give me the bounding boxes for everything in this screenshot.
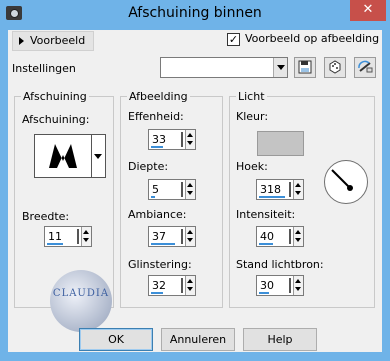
smoothness-spinner[interactable]: 33 [148, 129, 196, 150]
spin-buttons[interactable] [185, 130, 195, 149]
spin-buttons[interactable] [81, 227, 91, 246]
up-arrow-icon [295, 279, 301, 283]
value-bar [259, 292, 269, 294]
intensity-value: 40 [260, 230, 274, 243]
ambience-spinner[interactable]: 37 [148, 226, 196, 247]
ambience-label: Ambiance: [128, 208, 187, 221]
settings-preset-dropdown[interactable] [160, 57, 288, 78]
elevation-spinner[interactable]: 30 [256, 275, 304, 296]
spin-buttons[interactable] [293, 180, 303, 199]
down-arrow-icon [295, 191, 301, 195]
claudia-watermark-logo: CLAUDIA [50, 270, 112, 332]
down-arrow-icon [187, 141, 193, 145]
spin-buttons[interactable] [185, 227, 195, 246]
save-preset-button[interactable] [294, 57, 316, 78]
randomize-icon [329, 60, 341, 74]
slider-handle[interactable] [289, 182, 291, 197]
help-button[interactable]: Help [243, 328, 317, 351]
dialog-body: Voorbeeld ✓ Voorbeeld op afbeelding Inst… [8, 30, 382, 352]
settings-label: Instellingen [12, 62, 76, 75]
slider-handle[interactable] [289, 278, 291, 293]
bevel-width-spinner[interactable]: 11 [44, 226, 92, 247]
light-group-title: Licht [236, 90, 267, 103]
value-bar [259, 243, 273, 245]
bevel-width-value: 11 [48, 230, 62, 243]
preview-toggle[interactable]: Voorbeeld [12, 31, 94, 51]
spin-buttons[interactable] [185, 180, 195, 199]
bevel-width-label: Breedte: [22, 210, 70, 223]
slider-handle[interactable] [181, 278, 183, 293]
depth-spinner[interactable]: 5 [148, 179, 196, 200]
depth-label: Diepte: [128, 160, 169, 173]
value-bar [151, 146, 163, 148]
spin-buttons[interactable] [293, 276, 303, 295]
down-arrow-icon [187, 287, 193, 291]
smoothness-value: 33 [152, 133, 166, 146]
up-arrow-icon [187, 279, 193, 283]
slider-handle[interactable] [289, 229, 291, 244]
bevel-shape-label: Afschuining: [22, 113, 90, 126]
light-angle-dial[interactable] [324, 160, 368, 204]
up-arrow-icon [83, 230, 89, 234]
spin-buttons[interactable] [293, 227, 303, 246]
light-angle-label: Hoek: [236, 160, 268, 173]
elevation-value: 30 [260, 279, 274, 292]
up-arrow-icon [187, 183, 193, 187]
watermark-text: CLAUDIA [52, 288, 110, 299]
shininess-label: Glinstering: [128, 258, 192, 271]
slider-handle[interactable] [77, 229, 79, 244]
window-title: Afschuining binnen [128, 5, 262, 21]
down-arrow-icon [295, 238, 301, 242]
preview-label: Voorbeeld [30, 34, 86, 47]
close-button[interactable]: ✕ [350, 0, 386, 21]
up-arrow-icon [295, 230, 301, 234]
slider-handle[interactable] [181, 229, 183, 244]
down-arrow-icon [187, 238, 193, 242]
image-group-title: Afbeelding [127, 90, 190, 103]
save-icon [298, 60, 312, 74]
bevel-group-title: Afschuining [21, 90, 89, 103]
angle-dial-needle [331, 169, 353, 191]
preview-on-image-label: Voorbeeld op afbeelding [245, 32, 380, 45]
value-bar [47, 243, 63, 245]
light-color-swatch[interactable] [257, 131, 304, 156]
cancel-button[interactable]: Annuleren [161, 328, 235, 351]
smoothness-label: Effenheid: [128, 110, 184, 123]
intensity-spinner[interactable]: 40 [256, 226, 304, 247]
spin-buttons[interactable] [185, 276, 195, 295]
value-bar [151, 243, 175, 245]
expand-triangle-icon [19, 37, 24, 45]
value-bar [259, 196, 285, 198]
down-arrow-icon [295, 287, 301, 291]
up-arrow-icon [187, 230, 193, 234]
reset-icon [358, 60, 373, 73]
down-arrow-icon [83, 238, 89, 242]
depth-value: 5 [152, 183, 159, 196]
title-bar: Afschuining binnen ✕ [0, 0, 390, 30]
ambience-value: 37 [152, 230, 166, 243]
reset-button[interactable] [354, 57, 376, 78]
shininess-spinner[interactable]: 32 [148, 275, 196, 296]
elevation-label: Stand lichtbron: [236, 258, 324, 271]
bevel-shape-preview[interactable] [34, 134, 92, 178]
dialog-window: Afschuining binnen ✕ Voorbeeld ✓ Voorbee… [0, 0, 390, 361]
value-bar [151, 196, 155, 198]
up-arrow-icon [295, 183, 301, 187]
light-color-label: Kleur: [236, 110, 269, 123]
up-arrow-icon [187, 133, 193, 137]
randomize-button[interactable] [324, 57, 346, 78]
chevron-down-icon [273, 58, 287, 77]
light-angle-value: 318 [260, 183, 281, 196]
ok-button[interactable]: OK [79, 328, 153, 351]
bevel-shape-dropdown-button[interactable] [92, 134, 106, 178]
intensity-label: Intensiteit: [236, 208, 296, 221]
down-arrow-icon [187, 191, 193, 195]
value-bar [151, 292, 163, 294]
shininess-value: 32 [152, 279, 166, 292]
slider-handle[interactable] [181, 132, 183, 147]
slider-handle[interactable] [181, 182, 183, 197]
preview-on-image-checkbox[interactable]: ✓ [227, 33, 240, 46]
light-angle-spinner[interactable]: 318 [256, 179, 304, 200]
bevel-shape-icon [49, 144, 77, 168]
